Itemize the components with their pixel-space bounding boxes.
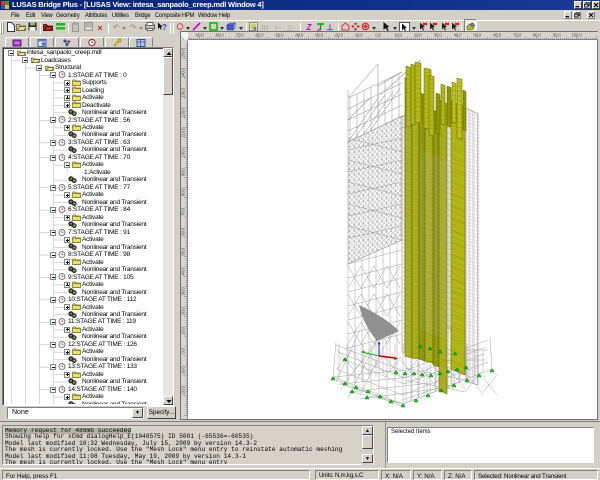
- svg-text:40.0: 40.0: [181, 267, 185, 275]
- svg-text:30.0: 30.0: [434, 33, 442, 38]
- svg-text:-30.0: -30.0: [314, 33, 324, 38]
- svg-text:120.0: 120.0: [181, 107, 185, 118]
- svg-text:-20.0: -20.0: [181, 385, 185, 395]
- svg-text:10.0: 10.0: [394, 33, 402, 38]
- svg-text:70.0: 70.0: [513, 33, 521, 38]
- svg-text:-50.0: -50.0: [274, 33, 284, 38]
- svg-text:150.0: 150.0: [181, 47, 185, 58]
- svg-text:80.0: 80.0: [533, 33, 541, 38]
- svg-text:130.0: 130.0: [181, 87, 185, 98]
- svg-text:100.0: 100.0: [181, 147, 185, 158]
- svg-text:50.0: 50.0: [473, 33, 481, 38]
- svg-text:70.0: 70.0: [181, 207, 185, 215]
- svg-text:-70.0: -70.0: [235, 33, 245, 38]
- svg-text:0.0: 0.0: [375, 33, 381, 38]
- svg-text:-10.0: -10.0: [181, 366, 185, 376]
- svg-text:-60.0: -60.0: [254, 33, 264, 38]
- svg-text:60.0: 60.0: [181, 227, 185, 235]
- svg-text:-80.0: -80.0: [215, 33, 225, 38]
- svg-text:20.0: 20.0: [181, 307, 185, 315]
- svg-text:40.0: 40.0: [454, 33, 462, 38]
- svg-text:-40.0: -40.0: [294, 33, 304, 38]
- svg-text:0.0: 0.0: [181, 348, 185, 354]
- svg-text:90.0: 90.0: [181, 168, 185, 176]
- svg-text:60.0: 60.0: [493, 33, 501, 38]
- svg-text:90.0: 90.0: [553, 33, 561, 38]
- svg-text:-20.0: -20.0: [334, 33, 344, 38]
- svg-text:-90.0: -90.0: [195, 33, 205, 38]
- svg-text:20.0: 20.0: [414, 33, 422, 38]
- svg-text:30.0: 30.0: [181, 287, 185, 295]
- svg-text:50.0: 50.0: [181, 247, 185, 255]
- svg-text:140.0: 140.0: [181, 67, 185, 78]
- svg-text:110.0: 110.0: [181, 127, 185, 137]
- svg-text:100.0: 100.0: [572, 33, 583, 38]
- svg-text:10.0: 10.0: [181, 326, 185, 334]
- svg-text:80.0: 80.0: [181, 188, 185, 196]
- svg-text:-10.0: -10.0: [354, 33, 364, 38]
